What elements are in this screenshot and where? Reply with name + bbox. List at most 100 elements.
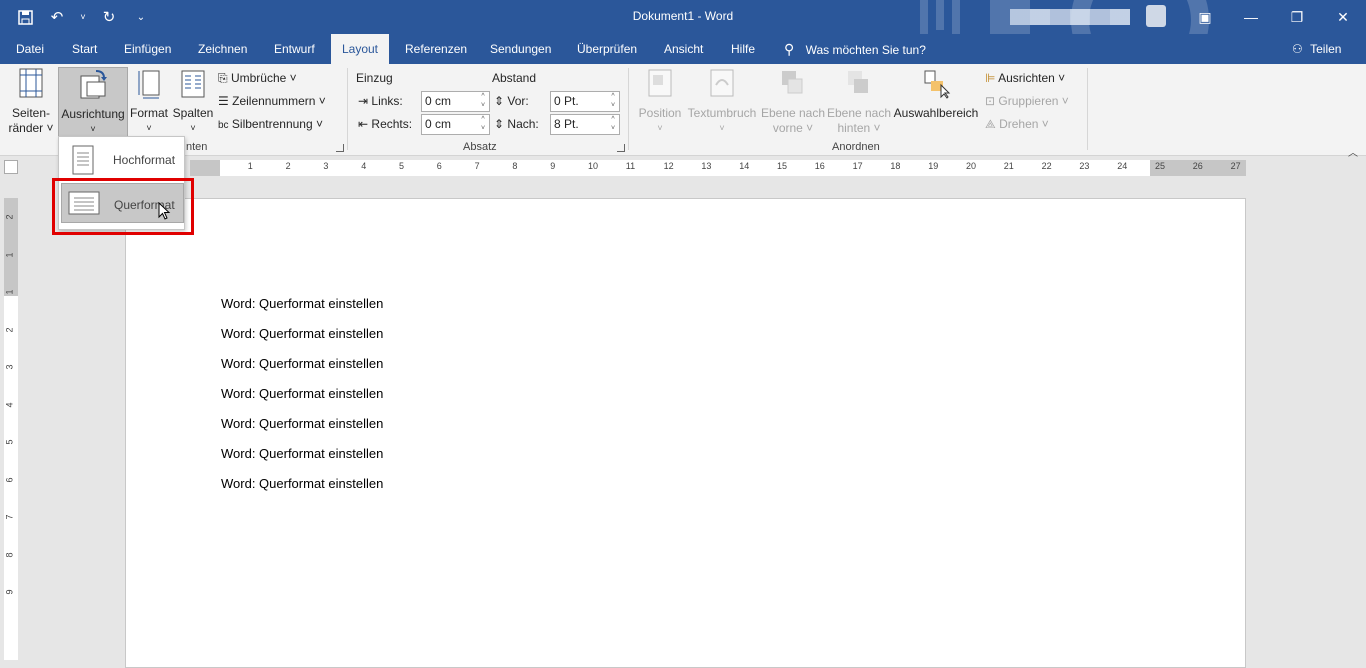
send-backward-icon (848, 71, 868, 93)
paragraph-launcher[interactable] (617, 144, 625, 152)
spinner-icon[interactable]: ^ ˅ (608, 115, 618, 134)
ruler-margin-top (4, 198, 18, 296)
minimize-icon[interactable]: — (1228, 0, 1274, 34)
indent-right-label: ⇤ Rechts: (358, 117, 413, 131)
tab-ansicht[interactable]: Ansicht (664, 34, 703, 64)
group-separator (628, 68, 629, 150)
spacing-after-input[interactable]: 8 Pt. ^ ˅ (550, 114, 620, 135)
margins-button[interactable]: Seiten- ränder ˅ (6, 67, 56, 136)
ruler-number: 1 (247, 161, 253, 171)
spinner-icon[interactable]: ^ ˅ (478, 115, 488, 134)
document-page[interactable] (125, 198, 1246, 668)
ruler-number: 17 (852, 161, 863, 171)
ribbon-layout: Seiten- ränder ˅ Ausrichtung ˅ Format ˅ … (0, 64, 1366, 159)
group-objects-button[interactable]: ⊡ Gruppieren ˅ (985, 91, 1069, 111)
breaks-button[interactable]: ⎘ Umbrüche ˅ (218, 68, 297, 88)
paragraph-line[interactable]: Word: Querformat einstellen (221, 356, 383, 371)
ruler-number: 2 (4, 214, 15, 220)
bring-forward-icon (782, 71, 803, 94)
tell-me-search[interactable]: ⚲ Was möchten Sie tun? (784, 34, 926, 64)
size-button[interactable]: Format ˅ (129, 67, 169, 136)
line-numbers-icon: ☰ (218, 94, 229, 108)
tab-entwurf[interactable]: Entwurf (274, 34, 315, 64)
ribbon-display-options-icon[interactable]: ▣ (1182, 0, 1228, 34)
orientation-label: Ausrichtung (61, 107, 125, 121)
position-button[interactable]: Position ˅ (636, 67, 684, 136)
chevron-down-icon: ˅ (146, 123, 152, 133)
ruler-number: 7 (4, 514, 15, 520)
close-icon[interactable]: ✕ (1320, 0, 1366, 34)
orientation-button[interactable]: Ausrichtung ˅ (58, 67, 128, 138)
indent-left-icon: ⇥ (358, 94, 369, 108)
share-label: Teilen (1310, 42, 1342, 56)
portrait-option[interactable]: Hochformat (61, 139, 184, 179)
spinner-icon[interactable]: ^ ˅ (478, 92, 488, 111)
tab-start[interactable]: Start (72, 34, 97, 64)
vertical-ruler[interactable]: 2 1 1 2 3 4 5 6 7 8 9 (4, 198, 18, 660)
paragraph-line[interactable]: Word: Querformat einstellen (221, 326, 383, 341)
paragraph-line[interactable]: Word: Querformat einstellen (221, 446, 383, 461)
group-label-page-setup: nten (186, 141, 208, 153)
indent-left-input[interactable]: 0 cm ^ ˅ (421, 91, 490, 112)
horizontal-ruler[interactable]: 1123456789101112131415161718192021222324… (170, 160, 1246, 176)
ruler-number: 14 (739, 161, 750, 171)
paragraph-line[interactable]: Word: Querformat einstellen (221, 386, 383, 401)
ruler-number: 18 (890, 161, 901, 171)
portrait-icon (72, 145, 94, 175)
wrap-text-button[interactable]: Textumbruch ˅ (686, 67, 758, 136)
collapse-ribbon-icon[interactable]: ︿ (1348, 144, 1358, 159)
tab-layout[interactable]: Layout (331, 34, 389, 64)
tell-me-label: Was möchten Sie tun? (805, 43, 926, 57)
columns-button[interactable]: Spalten ˅ (171, 67, 215, 136)
group-label-arrange: Anordnen (832, 141, 880, 153)
spacing-before-input[interactable]: 0 Pt. ^ ˅ (550, 91, 620, 112)
spinner-icon[interactable]: ^ ˅ (608, 92, 618, 111)
chevron-down-icon: ˅ (657, 123, 663, 133)
ruler-number: 5 (4, 439, 15, 445)
ruler-number: 27 (1230, 161, 1241, 171)
tab-selector[interactable] (4, 160, 18, 174)
tab-einfügen[interactable]: Einfügen (124, 34, 171, 64)
spacing-before-label: ⇕ Vor: (494, 94, 529, 108)
tab-referenzen[interactable]: Referenzen (405, 34, 467, 64)
send-backward-button[interactable]: Ebene nach hinten ˅ (826, 67, 892, 136)
indent-right-input[interactable]: 0 cm ^ ˅ (421, 114, 490, 135)
tab-datei[interactable]: Datei (16, 34, 44, 64)
paragraph-line[interactable]: Word: Querformat einstellen (221, 476, 383, 491)
ruler-number: 19 (928, 161, 939, 171)
chevron-down-icon: ˅ (190, 123, 196, 133)
tab-hilfe[interactable]: Hilfe (731, 34, 755, 64)
breaks-icon: ⎘ (218, 71, 228, 85)
selection-pane-button[interactable]: Auswahlbereich (893, 67, 979, 121)
paragraph-line[interactable]: Word: Querformat einstellen (221, 296, 383, 311)
restore-icon[interactable]: ❐ (1274, 0, 1320, 34)
share-button[interactable]: ⚇ Teilen (1292, 34, 1341, 64)
page-setup-launcher[interactable] (336, 144, 344, 152)
ruler-number: 5 (399, 161, 405, 171)
margins-icon (19, 68, 43, 98)
bring-forward-label-1: Ebene nach (760, 106, 826, 120)
position-label: Position (638, 106, 682, 120)
ruler-number: 13 (701, 161, 712, 171)
paragraph-line[interactable]: Word: Querformat einstellen (221, 416, 383, 431)
tab-überprüfen[interactable]: Überprüfen (577, 34, 637, 64)
margins-label-2: ränder ˅ (8, 121, 54, 135)
bring-forward-button[interactable]: Ebene nach vorne ˅ (760, 67, 826, 136)
line-numbers-button[interactable]: ☰ Zeilennummern ˅ (218, 91, 326, 111)
size-label: Format (129, 106, 168, 120)
group-separator (1087, 68, 1088, 150)
avatar[interactable] (1146, 5, 1166, 27)
chevron-down-icon: ˅ (90, 124, 96, 134)
columns-label: Spalten (172, 106, 214, 120)
hyphenation-button[interactable]: bc Silbentrennung ˅ (218, 114, 323, 134)
portrait-label: Hochformat (113, 153, 176, 167)
tab-zeichnen[interactable]: Zeichnen (198, 34, 247, 64)
rotate-button[interactable]: ⟁ Drehen ˅ (985, 114, 1049, 134)
ruler-number: 9 (4, 589, 15, 595)
ruler-number: 15 (777, 161, 788, 171)
align-button[interactable]: ⊫ Ausrichten ˅ (985, 68, 1065, 88)
ribbon-tabs: Datei Start Einfügen Zeichnen Entwurf Layout R… (0, 34, 1366, 64)
ruler-number: 25 (1155, 161, 1166, 171)
tab-sendungen[interactable]: Sendungen (490, 34, 551, 64)
margins-label-1: Seiten- (11, 106, 51, 120)
